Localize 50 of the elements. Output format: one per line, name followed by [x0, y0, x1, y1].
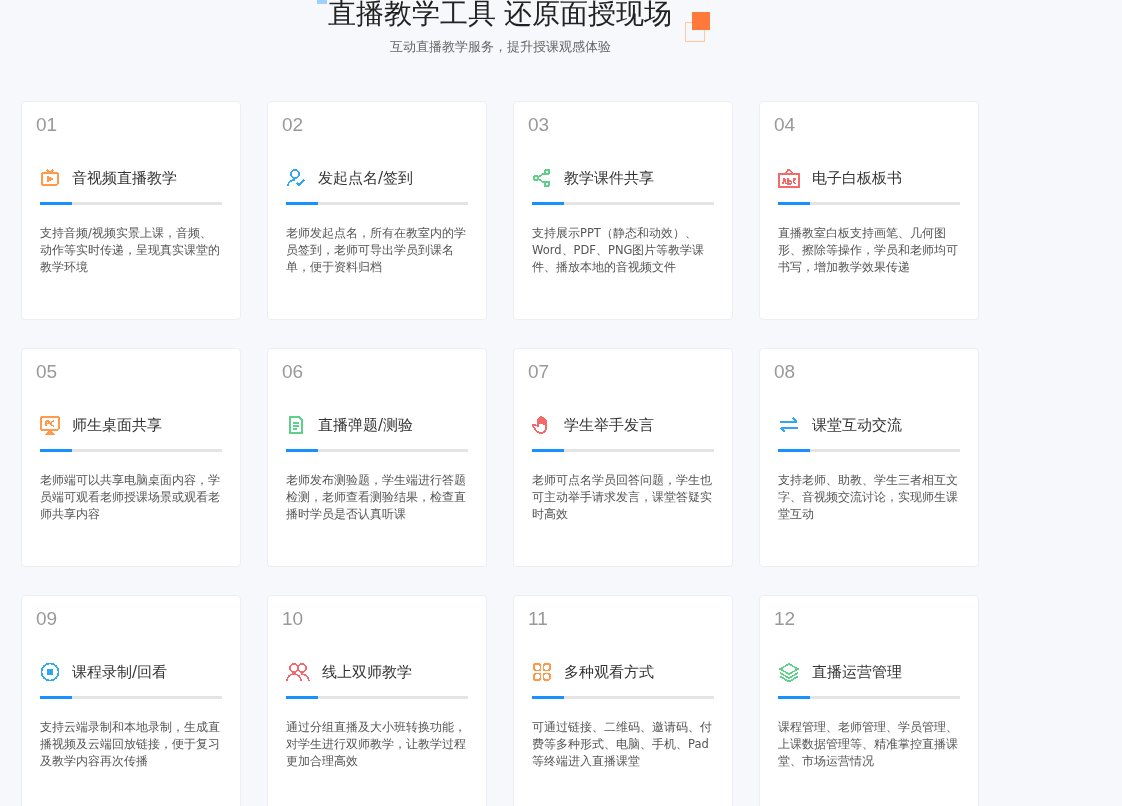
video-icon	[40, 168, 60, 188]
feature-description: 课程管理、老师管理、学员管理、上课数据管理等、精准掌控直播课堂、市场运营情况	[778, 719, 959, 770]
document-icon	[286, 415, 306, 435]
feature-description: 可通过链接、二维码、邀请码、付费等多种形式、电脑、手机、Pad等终端进入直播课堂	[532, 719, 713, 770]
feature-number: 06	[282, 361, 305, 383]
feature-title: 线上双师教学	[322, 662, 412, 682]
feature-number: 09	[36, 608, 59, 630]
screen-share-icon	[40, 415, 60, 435]
page-title: 直播教学工具 还原面授现场	[327, 0, 673, 32]
feature-title: 发起点名/签到	[318, 168, 414, 188]
share-icon	[532, 168, 552, 188]
feature-number: 12	[774, 608, 797, 630]
feature-description: 通过分组直播及大小班转换功能，对学生进行双师教学，让教学过程更加合理高效	[286, 719, 467, 770]
feature-title: 师生桌面共享	[72, 415, 162, 435]
feature-title: 教学课件共享	[564, 168, 654, 188]
grid-icon	[532, 662, 552, 682]
feature-title: 电子白板板书	[812, 168, 902, 188]
feature-title: 直播弹题/测验	[318, 415, 414, 435]
feature-number: 01	[36, 114, 59, 136]
feature-description: 老师可点名学员回答问题，学生也可主动举手请求发言，课堂答疑实时高效	[532, 472, 713, 523]
feature-title: 课堂互动交流	[812, 415, 902, 435]
feature-title: 音视频直播教学	[72, 168, 177, 188]
feature-description: 支持云端录制和本地录制，生成直播视频及云端回放链接，便于复习及教学内容再次传播	[40, 719, 221, 770]
feature-description: 直播教室白板支持画笔、几何图形、擦除等操作，学员和老师均可书写，增加教学效果传递	[778, 225, 959, 276]
feature-title: 课程录制/回看	[72, 662, 168, 682]
feature-description: 老师发布测验题，学生端进行答题检测，老师查看测验结果，检查直播时学员是否认真听课	[286, 472, 467, 523]
feature-number: 03	[528, 114, 551, 136]
decoration-square	[692, 12, 710, 30]
feature-description: 老师发起点名，所有在教室内的学员签到，老师可导出学员到课名单，便于资料归档	[286, 225, 467, 276]
record-icon	[40, 662, 60, 682]
feature-number: 05	[36, 361, 59, 383]
feature-number: 11	[528, 608, 549, 630]
feature-number: 04	[774, 114, 797, 136]
feature-number: 02	[282, 114, 305, 136]
feature-description: 支持老师、助教、学生三者相互文字、音视频交流讨论，实现师生课堂互动	[778, 472, 959, 523]
layers-icon	[778, 662, 800, 682]
feature-number: 10	[282, 608, 305, 630]
user-check-icon	[286, 168, 306, 188]
page-subtitle: 互动直播教学服务，提升授课观感体验	[389, 38, 611, 56]
feature-title: 学生举手发言	[564, 415, 654, 435]
feature-description: 支持展示PPT（静态和动效）、Word、PDF、PNG图片等教学课件、播放本地的音视频文件	[532, 225, 706, 276]
feature-description: 老师端可以共享电脑桌面内容，学员端可观看老师授课场景或观看老师共享内容	[40, 472, 221, 523]
feature-title: 直播运营管理	[812, 662, 902, 682]
feature-description: 支持音频/视频实景上课，音频、动作等实时传递，呈现真实课堂的教学环境	[40, 225, 221, 276]
feature-number: 08	[774, 361, 797, 383]
users-icon	[286, 662, 310, 682]
whiteboard-icon	[778, 168, 800, 188]
feature-number: 07	[528, 361, 551, 383]
swap-arrows-icon	[778, 415, 800, 435]
feature-title: 多种观看方式	[564, 662, 654, 682]
